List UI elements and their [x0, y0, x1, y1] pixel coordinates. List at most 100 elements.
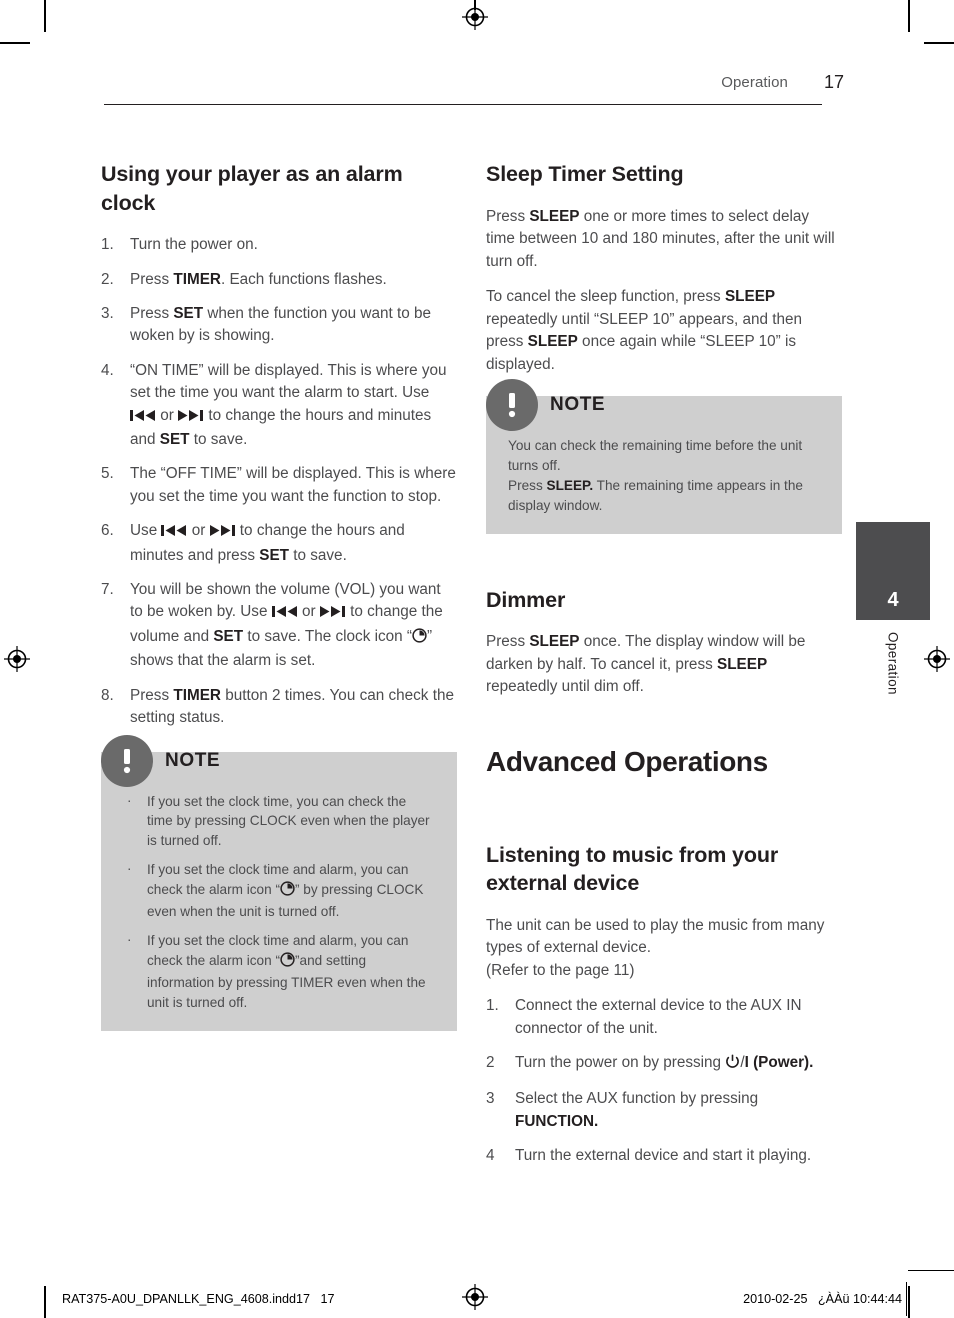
header-page-number: 17 — [823, 72, 844, 92]
note-box-alarm: · If you set the clock time, you can chec… — [101, 734, 457, 1032]
list-item-number: 8. — [101, 686, 114, 704]
list-item: 7. You will be shown the volume (VOL) you… — [101, 579, 457, 673]
note-box-sleep: You can check the remaining time before … — [486, 378, 842, 534]
chapter-tab: 4 — [856, 522, 930, 620]
footer-rule — [908, 1270, 954, 1271]
skip-back-icon — [161, 522, 187, 544]
listening-steps: 1. Connect the external device to the AUX… — [486, 995, 842, 1167]
crop-mark-top-right-vertical — [908, 0, 910, 32]
crop-mark-top-left-horizontal — [0, 42, 30, 44]
skip-forward-icon — [319, 603, 346, 625]
list-item-text: Turn the external device and start it pl… — [515, 1147, 812, 1165]
clock-icon — [412, 628, 427, 650]
note-bullet-item: · If you set the clock time and alarm, yo… — [123, 931, 435, 1013]
list-item-text: “ON TIME” will be displayed. This is whe… — [130, 361, 447, 449]
list-item-number: 4. — [101, 361, 114, 379]
skip-back-icon — [271, 603, 298, 625]
skip-back-icon — [130, 407, 156, 429]
list-item: 2. Press TIMER. Each functions flashes. — [101, 269, 457, 291]
list-item: 1. Connect the external device to the AUX… — [486, 995, 842, 1040]
registration-mark-top — [462, 4, 488, 30]
note-bullet-text: If you set the clock time and alarm, you… — [147, 933, 426, 1011]
list-item-text: Connect the external device to the AUX I… — [515, 997, 802, 1037]
advanced-operations-title: Advanced Operations — [486, 745, 768, 777]
manual-page: Operation 17 Using your player as an ala… — [0, 0, 954, 1318]
right-column: Sleep Timer Setting Press SLEEP one or m… — [486, 160, 842, 1180]
power-icon — [725, 1054, 740, 1076]
note-header-alarm: NOTE — [101, 734, 221, 787]
paragraph: To cancel the sleep function, press SLEE… — [486, 288, 803, 373]
note-bullet-item: · If you set the clock time and alarm, yo… — [123, 860, 435, 922]
page-header: Operation 17 — [104, 72, 872, 106]
list-item-number: 2 — [486, 1053, 495, 1071]
clock-icon — [280, 952, 295, 973]
list-item: 2 Turn the power on by pressing /I (Power… — [486, 1052, 842, 1076]
list-item: 4 Turn the external device and start it p… — [486, 1145, 842, 1167]
list-item: 5. The “OFF TIME” will be displayed. This… — [101, 463, 457, 508]
list-item-number: 6. — [101, 522, 114, 540]
list-item: 4. “ON TIME” will be displayed. This is w… — [101, 360, 457, 452]
list-item-text: Press SET when the function you want to … — [130, 305, 432, 345]
list-item-text: Turn the power on. — [130, 236, 258, 254]
alarm-clock-section-title: Using your player as an alarm clock — [101, 162, 403, 215]
sleep-timer-section-title: Sleep Timer Setting — [486, 162, 684, 186]
crop-mark-top-right-horizontal — [924, 42, 954, 44]
list-item-number: 5. — [101, 465, 114, 483]
exclamation-icon — [486, 378, 538, 431]
sleep-timer-paragraphs: Press SLEEP one or more times to select … — [486, 206, 842, 376]
list-item-text: Select the AUX function by pressing FUNC… — [515, 1090, 759, 1130]
crop-mark-top-left-vertical — [44, 0, 46, 32]
chapter-tab-number: 4 — [887, 589, 899, 611]
note-box-body-alarm: · If you set the clock time, you can chec… — [101, 751, 457, 1032]
note-bullet-item: · If you set the clock time, you can chec… — [123, 792, 435, 852]
chapter-tab-label-wrap: Operation — [856, 632, 930, 698]
note-bullet-text: If you set the clock time, you can check… — [147, 793, 430, 849]
listening-intro-text: The unit can be used to play the music f… — [486, 916, 825, 979]
header-section-label: Operation — [721, 74, 788, 91]
list-item: 6. Use or to change the hours and minutes… — [101, 520, 457, 567]
list-item: 3 Select the AUX function by pressing FUN… — [486, 1088, 842, 1133]
list-item: 8. Press TIMER button 2 times. You can ch… — [101, 685, 457, 730]
skip-forward-icon — [209, 522, 236, 544]
list-item-number: 1. — [486, 997, 499, 1015]
left-column: Using your player as an alarm clock 1. Tu… — [101, 160, 457, 1032]
chapter-tab-label: Operation — [885, 632, 901, 695]
header-rule — [104, 104, 822, 105]
footer-filename: RAT375-A0U_DPANLLK_ENG_4608.indd17 17 — [62, 1292, 335, 1306]
note-label-sleep: NOTE — [550, 393, 606, 415]
list-item-text: You will be shown the volume (VOL) you w… — [130, 581, 443, 670]
dimmer-paragraphs: Press SLEEP once. The display window wil… — [486, 631, 842, 698]
list-item-number: 1. — [101, 236, 114, 254]
note-bullet-text: If you set the clock time and alarm, you… — [147, 862, 424, 920]
bullet-dot-icon: · — [127, 861, 132, 877]
bullet-dot-icon: · — [127, 932, 132, 948]
list-item-text: Press TIMER button 2 times. You can chec… — [130, 686, 454, 727]
registration-mark-left — [4, 646, 30, 672]
paragraph: Press SLEEP once. The display window wil… — [486, 633, 806, 696]
footer-divider — [906, 1282, 907, 1316]
list-item-text: Use or to change the hours and minutes a… — [130, 522, 405, 564]
list-item-text: Press TIMER. Each functions flashes. — [130, 270, 387, 288]
paragraph: Press SLEEP one or more times to select … — [486, 207, 835, 270]
list-item: 3. Press SET when the function you want t… — [101, 303, 457, 348]
list-item-text: The “OFF TIME” will be displayed. This i… — [130, 465, 456, 505]
skip-forward-icon — [178, 407, 204, 429]
list-item-number: 3 — [486, 1090, 495, 1108]
bullet-dot-icon: · — [127, 792, 132, 808]
list-item-number: 4 — [486, 1147, 495, 1165]
crop-mark-bottom-right-vertical — [908, 1286, 910, 1318]
list-item: 1. Turn the power on. — [101, 234, 457, 256]
alarm-clock-steps: 1. Turn the power on. 2. Press TIMER. Each … — [101, 234, 457, 729]
note-header-sleep: NOTE — [486, 378, 606, 431]
list-item-text: Turn the power on by pressing /I (Power)… — [515, 1054, 813, 1071]
clock-icon — [280, 881, 295, 902]
listening-section-title: Listening to music from your external de… — [486, 842, 779, 896]
exclamation-icon — [101, 734, 153, 787]
note-bullet-list: · If you set the clock time, you can chec… — [123, 792, 435, 1014]
list-item-number: 7. — [101, 581, 114, 599]
list-item-number: 2. — [101, 270, 114, 288]
note-label-alarm: NOTE — [165, 749, 221, 771]
crop-mark-bottom-left-vertical — [44, 1286, 46, 1318]
list-item-number: 3. — [101, 305, 114, 322]
footer-timestamp: 2010-02-25 ¿ÀÀü 10:44:44 — [743, 1292, 902, 1306]
